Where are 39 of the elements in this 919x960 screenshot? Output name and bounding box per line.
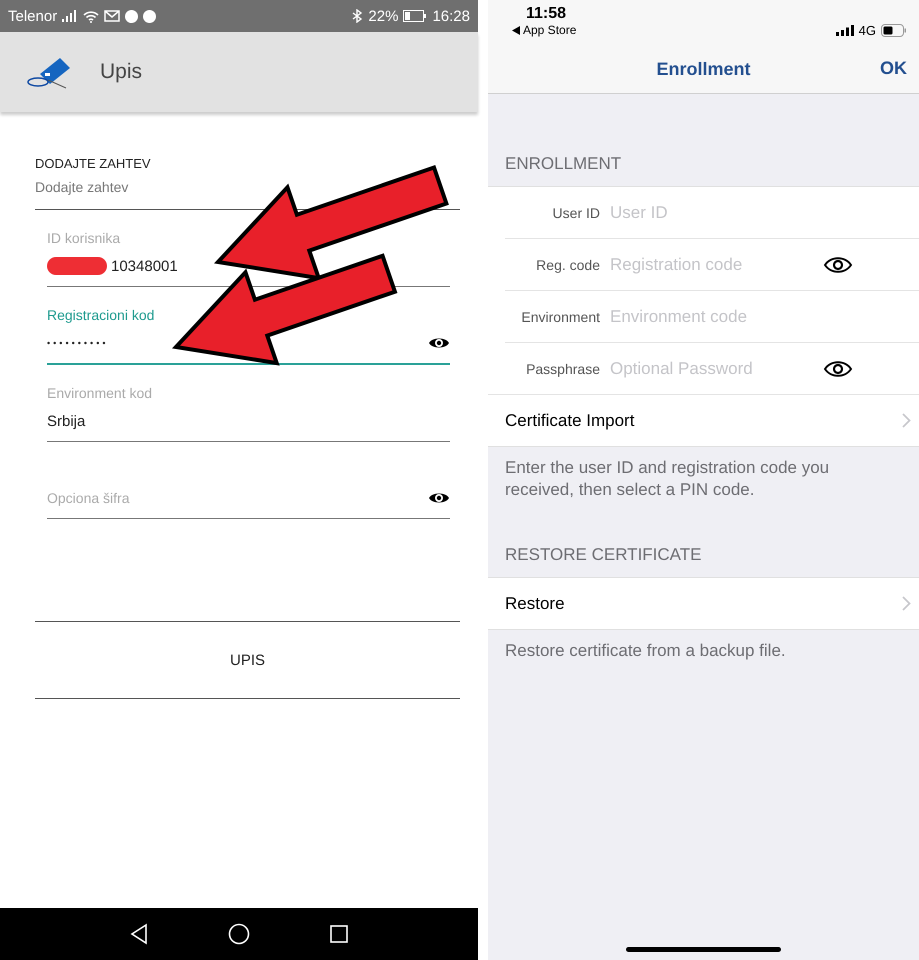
section-header: ENROLLMENT	[504, 153, 622, 175]
app-icon	[125, 10, 138, 22]
clock-time: 11:58	[525, 5, 568, 23]
field-label: User ID	[552, 204, 600, 220]
section-footer: Enter the user ID and registration code you received, then select a PIN code.	[488, 447, 919, 512]
battery-icon	[403, 10, 428, 22]
bluetooth-icon	[351, 9, 364, 23]
section-header: RESTORE CERTIFICATE	[504, 544, 702, 566]
eye-icon[interactable]	[823, 360, 853, 378]
signal-icon	[836, 24, 854, 36]
home-icon[interactable]	[228, 923, 250, 945]
clock-time: 16:28	[432, 8, 470, 24]
signal-icon	[62, 10, 78, 22]
chevron-icon	[902, 596, 911, 612]
section-title: DODAJTE ZAHTEV	[35, 156, 152, 171]
eye-icon[interactable]	[823, 256, 853, 274]
ok-button[interactable]: OK	[874, 57, 913, 80]
field-label: Passphrase	[525, 360, 600, 376]
field-label: Environment	[520, 308, 600, 324]
input-field[interactable]: Environment kod Srbija	[47, 365, 450, 442]
wifi-icon	[83, 10, 100, 22]
back-to-app-link[interactable]: App Store	[512, 23, 576, 37]
mail-icon	[104, 10, 120, 22]
list-item[interactable]: Restore	[488, 578, 919, 630]
network-type: 4G	[858, 22, 876, 38]
battery-icon	[881, 24, 907, 36]
back-triangle-icon	[512, 26, 520, 34]
upis-button[interactable]: UPIS	[35, 621, 460, 699]
app-title: Upis	[100, 60, 142, 84]
field-label: Reg. code	[535, 256, 600, 272]
list-item[interactable]: Certificate Import	[488, 394, 919, 446]
carrier-name: Telenor	[8, 8, 58, 24]
battery-percent: 22%	[368, 8, 398, 24]
recents-icon[interactable]	[328, 924, 349, 944]
nav-title: Enrollment	[656, 58, 750, 80]
app-icon	[143, 10, 156, 22]
section-footer: Restore certificate from a backup file.	[488, 630, 919, 672]
chevron-icon	[902, 413, 911, 428]
back-icon[interactable]	[129, 923, 150, 945]
